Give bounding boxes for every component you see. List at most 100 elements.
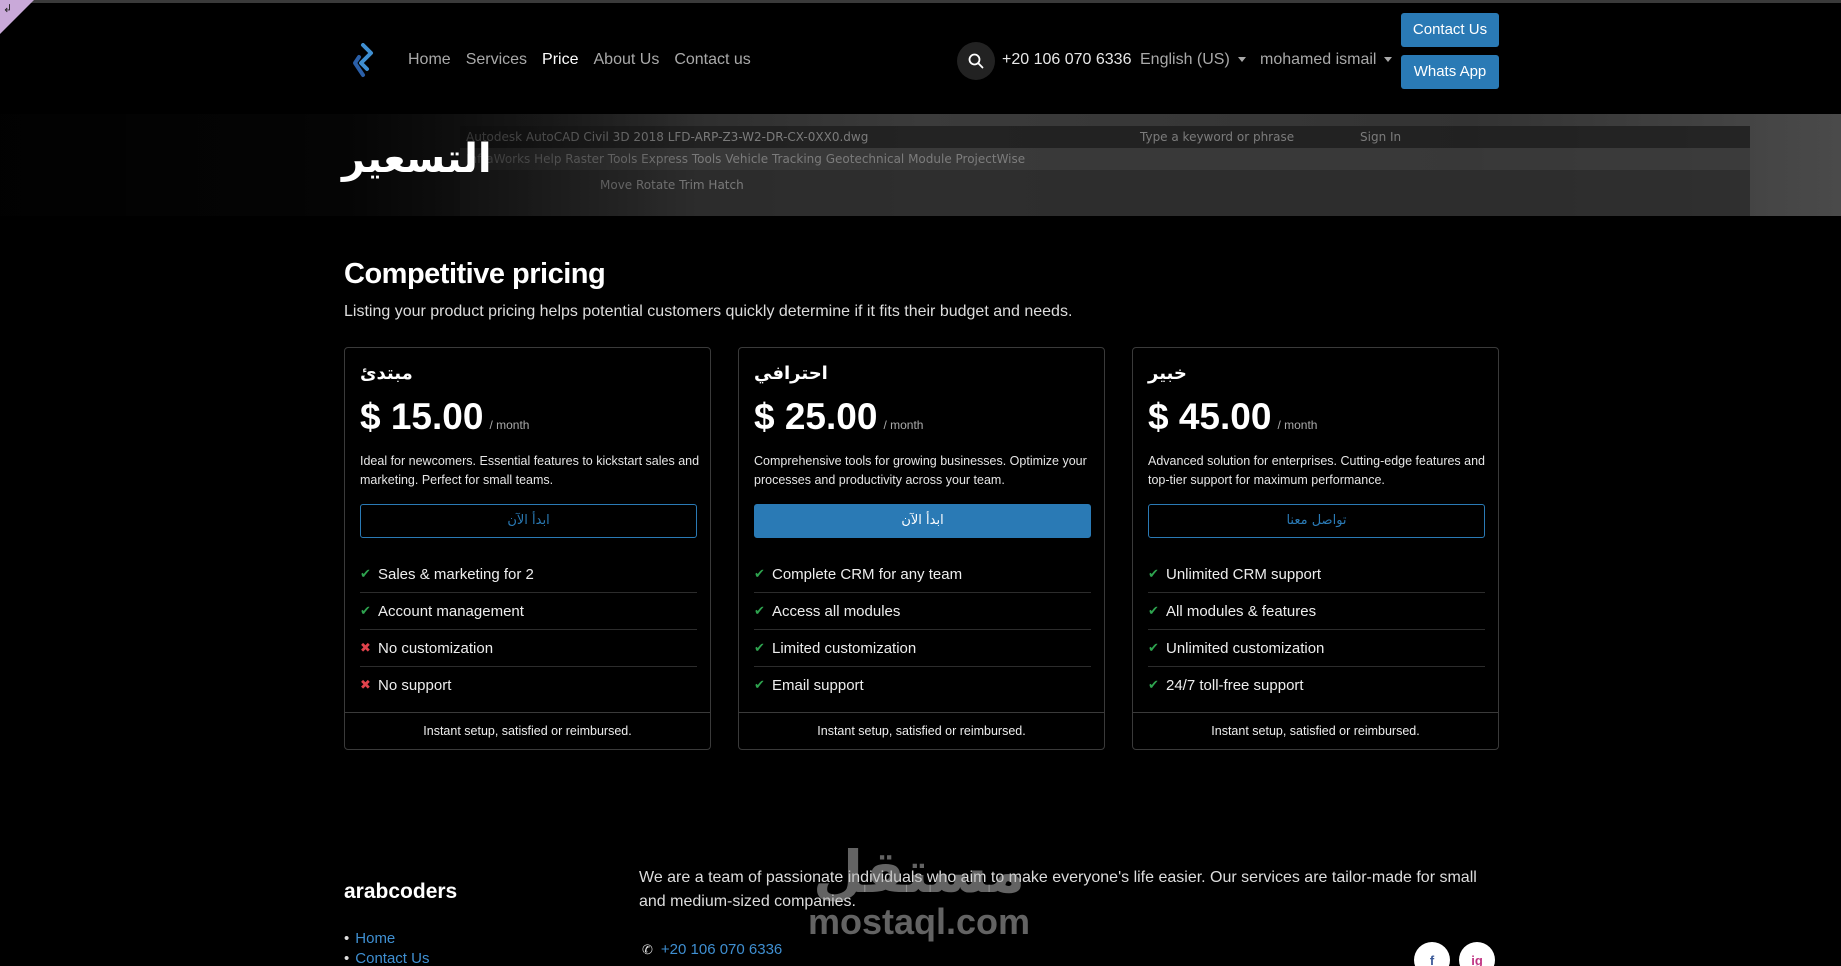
- footer-link-contact[interactable]: Contact Us: [344, 950, 429, 966]
- feature-text: Email support: [772, 677, 864, 694]
- start-now-button[interactable]: ابدأ الآن: [360, 504, 697, 538]
- plan-name: مبتدئ: [360, 363, 413, 384]
- feature-item: ✔ 24/7 toll-free support: [1148, 667, 1485, 704]
- check-icon: ✔: [1148, 603, 1159, 619]
- chevron-down-icon: [1384, 57, 1393, 63]
- instagram-icon[interactable]: ig: [1459, 942, 1495, 966]
- feature-item: ✔ Access all modules: [754, 593, 1091, 630]
- language-label: English (US): [1140, 51, 1230, 68]
- price-period: / month: [1277, 418, 1318, 432]
- card-footer: Instant setup, satisfied or reimbursed.: [345, 712, 710, 749]
- feature-list: ✔ Unlimited CRM support ✔ All modules & fe…: [1148, 556, 1485, 704]
- watermark-latin: mostaql.com: [808, 901, 1031, 942]
- watermark: مستقل mostaql.com: [808, 842, 1030, 942]
- feature-text: Unlimited customization: [1166, 639, 1325, 657]
- price-value: $ 25.00: [754, 396, 878, 437]
- feature-text: Limited customization: [772, 639, 917, 657]
- user-menu[interactable]: mohamed ismail: [1260, 51, 1393, 69]
- contact-us-plan-button[interactable]: تواصل معنا: [1148, 504, 1485, 538]
- language-dropdown[interactable]: English (US): [1140, 51, 1246, 69]
- card-footer: Instant setup, satisfied or reimbursed.: [739, 712, 1104, 749]
- contact-us-button[interactable]: Contact Us: [1401, 13, 1499, 47]
- pricing-card-beginner: مبتدئ $ 15.00 / month Ideal for newcomer…: [344, 347, 711, 750]
- main-nav: Home Services Price About Us Contact us: [408, 51, 766, 69]
- feature-item: ✖ No support: [360, 667, 697, 704]
- feature-text: Sales & marketing for 2: [378, 565, 534, 583]
- plan-description: Comprehensive tools for growing business…: [754, 454, 1087, 487]
- footer-phone[interactable]: ✆ +20 106 070 6336: [642, 941, 782, 958]
- search-button[interactable]: [957, 42, 995, 80]
- feature-item: ✔ Unlimited CRM support: [1148, 556, 1485, 593]
- plan-price: $ 15.00 / month: [360, 396, 529, 438]
- nav-home[interactable]: Home: [408, 51, 451, 69]
- feature-text: Access all modules: [772, 602, 901, 620]
- start-now-button[interactable]: ابدأ الآن: [754, 504, 1091, 538]
- check-icon: ✔: [1148, 640, 1159, 656]
- plan-price: $ 45.00 / month: [1148, 396, 1317, 438]
- feature-text: Complete CRM for any team: [772, 565, 963, 583]
- nav-services[interactable]: Services: [466, 51, 527, 69]
- feature-list: ✔ Complete CRM for any team ✔ Access all m…: [754, 556, 1091, 704]
- pricing-card-expert: خبير $ 45.00 / month Advanced solution f…: [1132, 347, 1499, 750]
- facebook-icon[interactable]: f: [1414, 942, 1450, 966]
- feature-item: ✔ All modules & features: [1148, 593, 1485, 630]
- nav-about[interactable]: About Us: [594, 51, 660, 69]
- footer-links: Home Contact Us: [344, 930, 429, 966]
- feature-text: All modules & features: [1166, 602, 1317, 620]
- feature-item: ✔ Email support: [754, 667, 1091, 704]
- card-footer: Instant setup, satisfied or reimbursed.: [1133, 712, 1498, 749]
- user-name: mohamed ismail: [1260, 51, 1377, 68]
- feature-text: No customization: [378, 639, 494, 657]
- brand-logo[interactable]: [350, 43, 376, 79]
- price-period: / month: [883, 418, 924, 432]
- plan-name: احترافي: [754, 363, 828, 384]
- price-value: $ 15.00: [360, 396, 484, 437]
- pricing-subtitle: Listing your product pricing helps poten…: [344, 303, 1073, 320]
- feature-text: 24/7 toll-free support: [1166, 677, 1304, 694]
- feature-item: ✔ Complete CRM for any team: [754, 556, 1091, 593]
- check-icon: ✔: [754, 640, 765, 656]
- header-phone[interactable]: +20 106 070 6336: [1002, 51, 1131, 69]
- footer-about-text: We are a team of passionate individuals …: [639, 869, 1477, 910]
- check-icon: ✔: [754, 566, 765, 582]
- page-banner: Autodesk AutoCAD Civil 3D 2018 LFD-ARP-Z…: [0, 114, 1841, 216]
- watermark-arabic: مستقل: [812, 838, 1026, 906]
- plan-description: Ideal for newcomers. Essential features …: [360, 454, 700, 487]
- nav-contact[interactable]: Contact us: [674, 51, 750, 69]
- check-icon: ✔: [754, 603, 765, 619]
- footer-link-home[interactable]: Home: [344, 930, 429, 950]
- cad-signin-text: Sign In: [1360, 130, 1402, 144]
- footer-brand: arabcoders: [344, 880, 458, 903]
- feature-item: ✖ No customization: [360, 630, 697, 667]
- feature-item: ✔ Unlimited customization: [1148, 630, 1485, 667]
- price-period: / month: [489, 418, 530, 432]
- cad-search-text: Type a keyword or phrase: [1140, 130, 1295, 144]
- feature-text: No support: [378, 677, 452, 694]
- check-icon: ✔: [360, 566, 371, 582]
- cross-icon: ✖: [360, 678, 371, 693]
- check-icon: ✔: [1148, 678, 1159, 693]
- search-icon: [968, 53, 984, 69]
- feature-list: ✔ Sales & marketing for 2 ✔ Account manage…: [360, 556, 697, 704]
- phone-icon: ✆: [642, 943, 653, 958]
- feature-item: ✔ Sales & marketing for 2: [360, 556, 697, 593]
- check-icon: ✔: [1148, 566, 1159, 582]
- feature-text: Account management: [378, 602, 524, 620]
- plan-name: خبير: [1148, 363, 1187, 384]
- whatsapp-button[interactable]: Whats App: [1401, 55, 1499, 89]
- page-title: التسعير: [342, 136, 492, 182]
- feature-item: ✔ Limited customization: [754, 630, 1091, 667]
- feature-text: Unlimited CRM support: [1166, 565, 1322, 583]
- pricing-title: Competitive pricing: [344, 258, 606, 290]
- cross-icon: ✖: [360, 640, 371, 656]
- site-header: Home Services Price About Us Contact us …: [0, 3, 1841, 113]
- plan-price: $ 25.00 / month: [754, 396, 923, 438]
- plan-description: Advanced solution for enterprises. Cutti…: [1148, 454, 1486, 487]
- chevron-down-icon: [1237, 57, 1246, 63]
- feature-item: ✔ Account management: [360, 593, 697, 630]
- nav-price[interactable]: Price: [542, 51, 578, 69]
- pricing-card-professional: احترافي $ 25.00 / month Comprehensive to…: [738, 347, 1105, 750]
- price-value: $ 45.00: [1148, 396, 1272, 437]
- check-icon: ✔: [754, 678, 765, 693]
- footer-phone-number: +20 106 070 6336: [660, 941, 783, 958]
